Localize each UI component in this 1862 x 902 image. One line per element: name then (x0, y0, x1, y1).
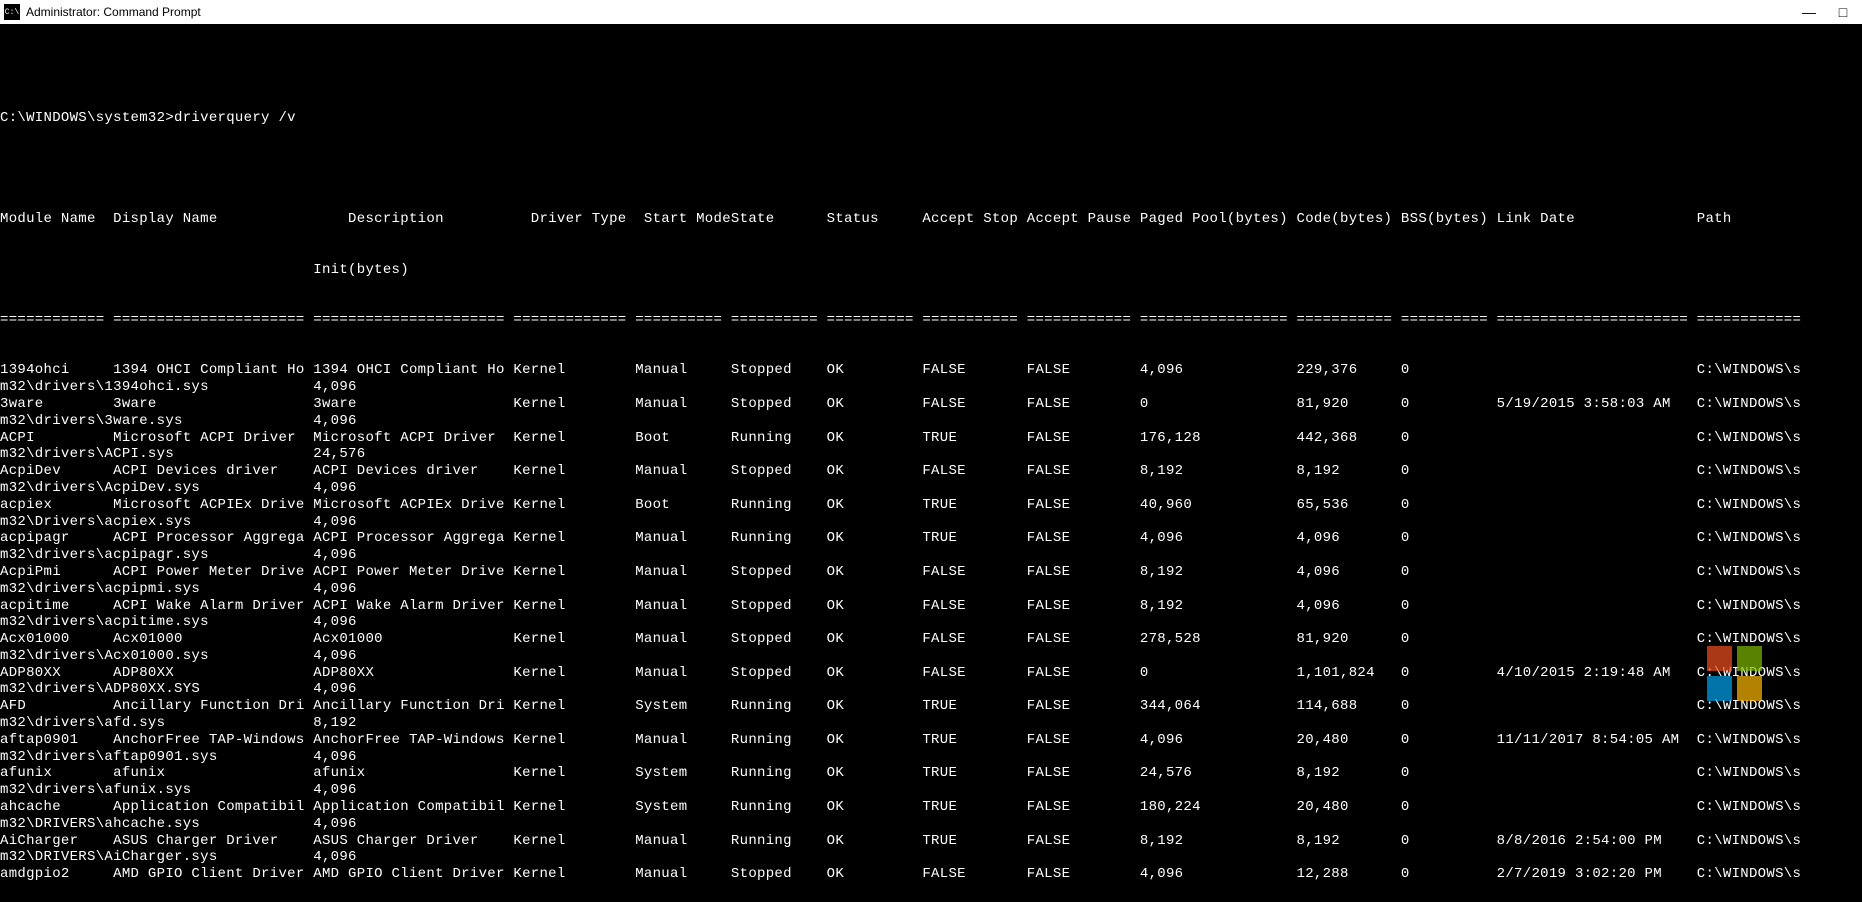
driver-row: ACPI Microsoft ACPI Driver Microsoft ACP… (0, 430, 1862, 447)
driver-row-continuation: m32\DRIVERS\ahcache.sys 4,096 (0, 816, 1862, 833)
driver-row-continuation: m32\drivers\afunix.sys 4,096 (0, 782, 1862, 799)
driver-row: acpipagr ACPI Processor Aggrega ACPI Pro… (0, 530, 1862, 547)
driver-row-continuation: m32\drivers\Acx01000.sys 4,096 (0, 648, 1862, 665)
driver-row-continuation: m32\Drivers\acpiex.sys 4,096 (0, 514, 1862, 531)
driver-row-continuation: m32\drivers\ACPI.sys 24,576 (0, 446, 1862, 463)
driver-row: Acx01000 Acx01000 Acx01000 Kernel Manual… (0, 631, 1862, 648)
title-bar: C:\ Administrator: Command Prompt — □ (0, 0, 1862, 24)
headers-line2: Init(bytes) (0, 262, 1862, 279)
driver-row-continuation: m32\DRIVERS\AiCharger.sys 4,096 (0, 849, 1862, 866)
driver-row: AcpiPmi ACPI Power Meter Drive ACPI Powe… (0, 564, 1862, 581)
terminal-output[interactable]: C:\WINDOWS\system32>driverquery /v Modul… (0, 24, 1862, 902)
driver-row: AcpiDev ACPI Devices driver ACPI Devices… (0, 463, 1862, 480)
driver-row: acpitime ACPI Wake Alarm Driver ACPI Wak… (0, 598, 1862, 615)
driver-row-continuation: m32\drivers\acpitime.sys 4,096 (0, 614, 1862, 631)
driver-row: afunix afunix afunix Kernel System Runni… (0, 765, 1862, 782)
cmd-icon: C:\ (4, 4, 20, 20)
minimize-button[interactable]: — (1802, 5, 1816, 19)
separator-line: ============ ====================== ====… (0, 312, 1862, 329)
driver-row: acpiex Microsoft ACPIEx Drive Microsoft … (0, 497, 1862, 514)
driver-row: ADP80XX ADP80XX ADP80XX Kernel Manual St… (0, 665, 1862, 682)
window-controls: — □ (1802, 5, 1858, 19)
driver-row: ahcache Application Compatibil Applicati… (0, 799, 1862, 816)
driver-row: AiCharger ASUS Charger Driver ASUS Charg… (0, 833, 1862, 850)
driver-row: 1394ohci 1394 OHCI Compliant Ho 1394 OHC… (0, 362, 1862, 379)
driver-row-continuation: m32\drivers\3ware.sys 4,096 (0, 413, 1862, 430)
headers-line1: Module Name Display Name Description Dri… (0, 211, 1862, 228)
driver-row-continuation: m32\drivers\AcpiDev.sys 4,096 (0, 480, 1862, 497)
title-left: C:\ Administrator: Command Prompt (4, 4, 201, 20)
driver-row-continuation: m32\drivers\ADP80XX.SYS 4,096 (0, 681, 1862, 698)
driver-row: aftap0901 AnchorFree TAP-Windows AnchorF… (0, 732, 1862, 749)
driver-row-continuation: m32\drivers\acpipmi.sys 4,096 (0, 581, 1862, 598)
driver-row-continuation: m32\drivers\1394ohci.sys 4,096 (0, 379, 1862, 396)
prompt-line: C:\WINDOWS\system32>driverquery /v (0, 110, 1862, 127)
driver-row: 3ware 3ware 3ware Kernel Manual Stopped … (0, 396, 1862, 413)
driver-row-continuation: m32\drivers\acpipagr.sys 4,096 (0, 547, 1862, 564)
maximize-button[interactable]: □ (1836, 5, 1850, 19)
driver-row-continuation: m32\drivers\aftap0901.sys 4,096 (0, 749, 1862, 766)
driver-row: amdgpio2 AMD GPIO Client Driver AMD GPIO… (0, 866, 1862, 883)
driver-row: AFD Ancillary Function Dri Ancillary Fun… (0, 698, 1862, 715)
window-title: Administrator: Command Prompt (26, 5, 201, 19)
driver-row-continuation: m32\drivers\afd.sys 8,192 (0, 715, 1862, 732)
